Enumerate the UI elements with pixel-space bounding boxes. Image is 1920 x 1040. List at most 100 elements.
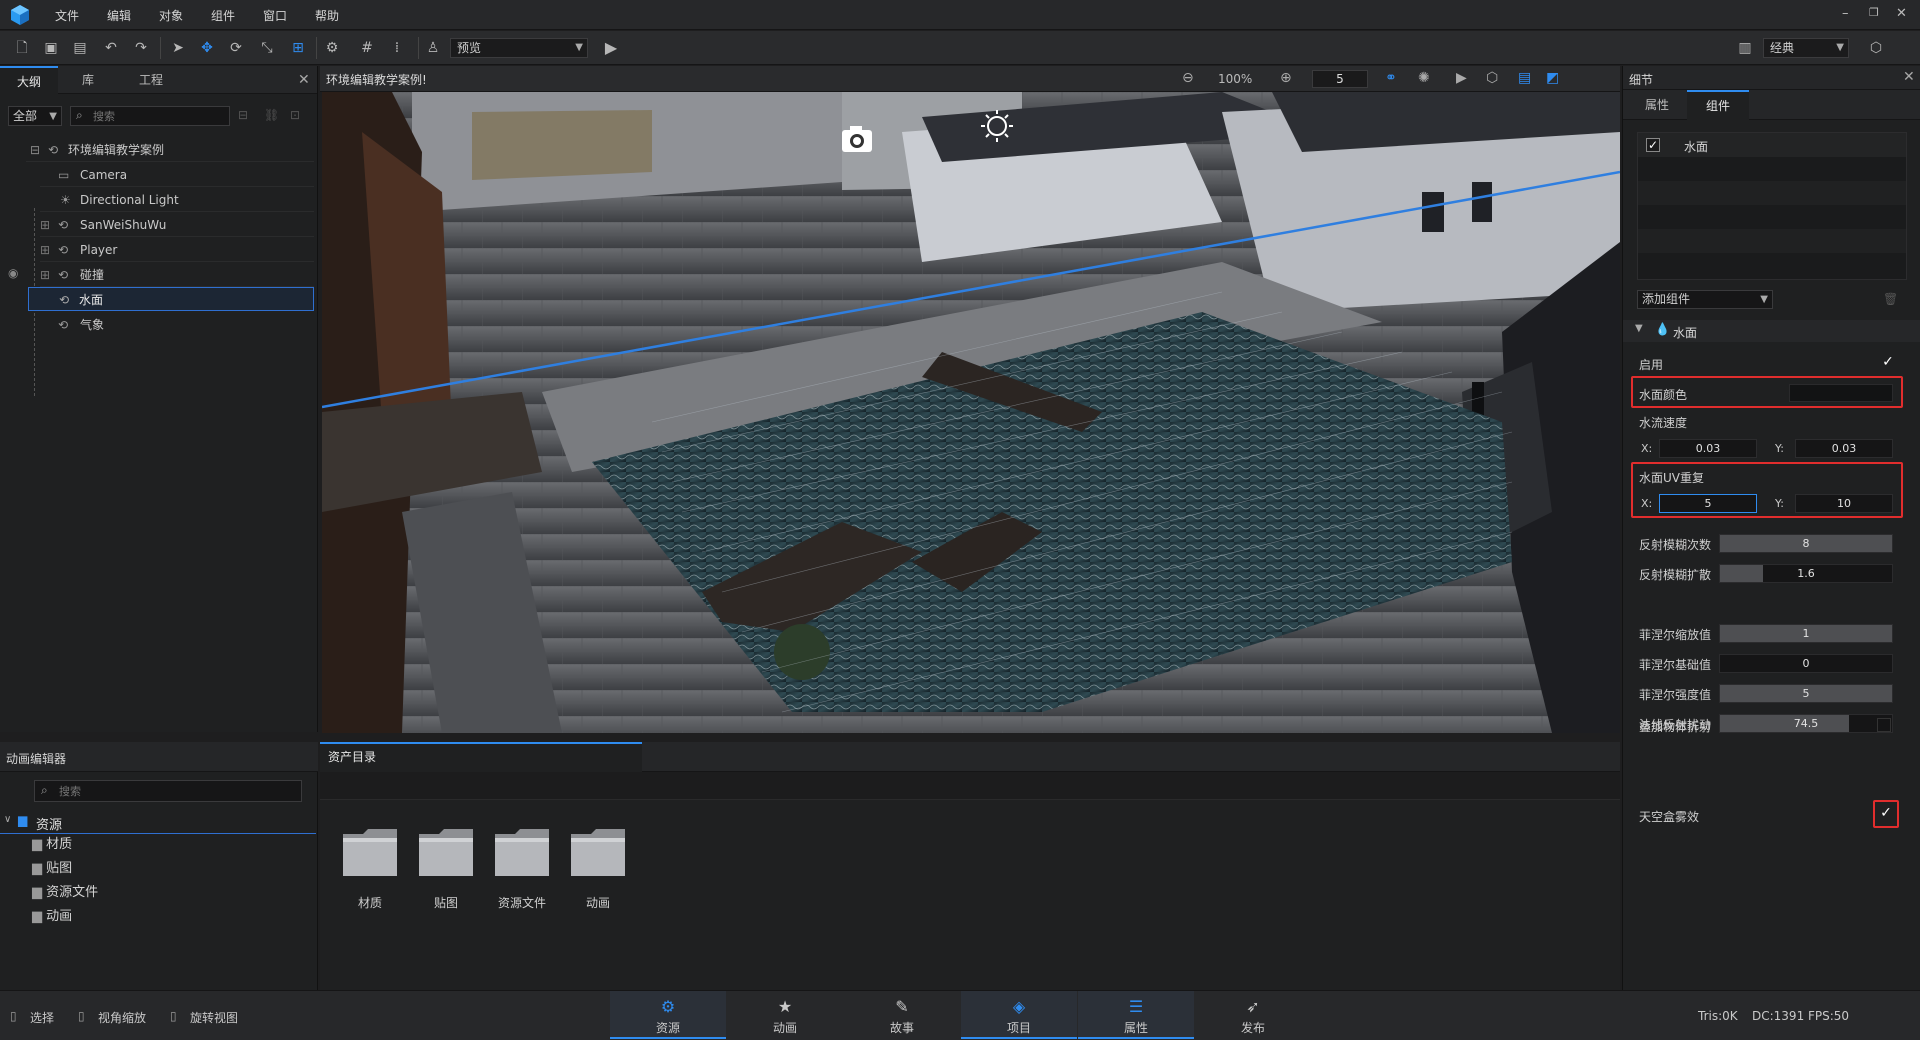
expand-minus-icon[interactable]: ⊟ [30, 138, 40, 162]
menu-window[interactable]: 窗口 [263, 7, 287, 24]
chevron-down-icon[interactable]: ∨ [4, 814, 11, 825]
menu-component[interactable]: 组件 [211, 7, 235, 24]
menu-file[interactable]: 文件 [55, 7, 79, 24]
save-icon[interactable]: ▣ [41, 38, 61, 58]
preview-mode-select[interactable]: 预览 ▼ [450, 38, 588, 58]
layout-icon[interactable]: ▥ [1735, 38, 1755, 58]
link-icon[interactable]: ⛓ [264, 108, 279, 122]
close-window-icon[interactable]: ✕ [1896, 6, 1907, 21]
redo-icon[interactable]: ↷ [131, 38, 151, 58]
flow-y-input[interactable]: 0.03 [1795, 439, 1893, 458]
tab-components[interactable]: 组件 [1687, 90, 1749, 120]
expand-plus-icon[interactable]: ⊞ [40, 263, 50, 287]
tree-item-scene[interactable]: ⊟ ⟲ 环境编辑教学案例 [26, 138, 314, 162]
minimize-icon[interactable]: – [1842, 6, 1849, 21]
folder-icon: ▆ [18, 813, 28, 827]
tab-outline[interactable]: 大纲 [0, 66, 58, 94]
menu-object[interactable]: 对象 [159, 7, 183, 24]
bottom-tab-publish[interactable]: ➶ 发布 [1195, 991, 1311, 1039]
tab-asset-directory[interactable]: 资产目录 [320, 742, 642, 772]
collapse-icon[interactable]: ⊡ [290, 108, 300, 122]
property-slider[interactable]: 74.5 [1719, 714, 1893, 733]
asset-root-row[interactable]: ∨ ▆ 资源 [0, 810, 316, 834]
grid-icon[interactable]: # [357, 38, 377, 58]
collapse-arrow-icon[interactable]: ▼ [1635, 323, 1643, 334]
close-panel-icon[interactable]: ✕ [1903, 69, 1915, 85]
menu-help[interactable]: 帮助 [315, 7, 339, 24]
tree-item-sanweishuwu[interactable]: ⊞ ⟲ SanWeiShuWu [40, 213, 314, 237]
restore-icon[interactable]: ❐ [1869, 6, 1879, 19]
folder-icon[interactable] [569, 826, 627, 878]
bottom-tab-story[interactable]: ✎ 故事 [844, 991, 960, 1039]
player-icon[interactable]: ♙ [423, 38, 443, 58]
water-section-header[interactable]: ▼ 💧 水面 [1623, 320, 1920, 342]
visibility-eye-icon[interactable]: ◉ [8, 266, 18, 280]
property-slider[interactable]: 5 [1719, 684, 1893, 703]
sun-icon[interactable]: ✺ [1418, 70, 1430, 86]
undo-icon[interactable]: ↶ [101, 38, 121, 58]
folder-icon[interactable] [417, 826, 475, 878]
component-enabled-checkbox[interactable]: ✓ [1646, 138, 1660, 152]
tree-item-player[interactable]: ⊞ ⟲ Player [40, 238, 314, 262]
expand-plus-icon[interactable]: ⊞ [40, 238, 50, 262]
tree-item-water[interactable]: ⟲ 水面 [28, 287, 314, 311]
rotate-tool-icon[interactable]: ⟳ [226, 38, 246, 58]
stats-icon[interactable]: ◩ [1546, 70, 1559, 86]
play-icon[interactable]: ▶ [601, 38, 621, 58]
property-slider[interactable]: 0 [1719, 654, 1893, 673]
expand-plus-icon[interactable]: ⊞ [40, 213, 50, 237]
asset-tree-item-resource[interactable]: ▆ 资源文件 [32, 882, 98, 904]
grid-size-input[interactable]: 5 [1312, 70, 1368, 88]
scale-tool-icon[interactable]: ⤡ [257, 38, 277, 58]
outline-filter-select[interactable]: 全部 ▼ [8, 106, 62, 126]
close-panel-icon[interactable]: ✕ [298, 72, 310, 88]
property-slider[interactable]: 1 [1719, 624, 1893, 643]
tree-item-weather[interactable]: ⟲ 气象 [40, 313, 314, 337]
component-list-item[interactable]: ✓ 水面 [1638, 133, 1906, 157]
menu-edit[interactable]: 编辑 [107, 7, 131, 24]
bottom-tab-project[interactable]: ◈ 项目 [961, 991, 1077, 1039]
settings-hex-icon[interactable]: ⬡ [1866, 38, 1886, 58]
tab-properties[interactable]: 属性 [1627, 90, 1687, 120]
tab-project[interactable]: 工程 [120, 66, 182, 94]
tree-item-collision[interactable]: ⊞ ⟲ 碰撞 [40, 263, 314, 287]
dot-grid-icon[interactable]: ⁞ [387, 38, 407, 58]
property-slider[interactable]: 1.6 [1719, 564, 1893, 583]
overlay-refraction-checkbox[interactable] [1877, 718, 1891, 732]
asset-tree-item-material[interactable]: ▆ 材质 [32, 834, 72, 856]
folder-icon[interactable] [493, 826, 551, 878]
move-tool-icon[interactable]: ✥ [197, 38, 217, 58]
property-slider[interactable]: 8 [1719, 534, 1893, 553]
zoom-out-icon[interactable]: ⊖ [1182, 70, 1194, 86]
transform-tool-icon[interactable]: ⊞ [288, 38, 308, 58]
3d-viewport[interactable] [322, 92, 1620, 733]
cube-icon[interactable]: ⬡ [1486, 70, 1498, 86]
tree-item-directional-light[interactable]: ☀ Directional Light [40, 188, 314, 212]
tab-library[interactable]: 库 [60, 66, 116, 94]
snap-icon[interactable]: ⚙ [322, 38, 342, 58]
hierarchy-icon[interactable]: ⊟ [238, 108, 248, 122]
asset-tree-item-animation[interactable]: ▆ 动画 [32, 906, 72, 928]
bottom-tab-animation[interactable]: ★ 动画 [727, 991, 843, 1039]
save-all-icon[interactable]: ▤ [70, 38, 90, 58]
tree-item-label: 碰撞 [80, 268, 105, 282]
highlight-skybox-fog [1873, 800, 1899, 828]
outline-search-input[interactable] [93, 108, 223, 124]
add-component-select[interactable]: 添加组件 ▼ [1637, 290, 1773, 309]
asset-tree-item-texture[interactable]: ▆ 贴图 [32, 858, 72, 880]
bottom-tab-properties[interactable]: ☰ 属性 [1078, 991, 1194, 1039]
folder-icon[interactable] [341, 826, 399, 878]
bottom-tab-resources[interactable]: ⚙ 资源 [610, 991, 726, 1039]
new-file-icon[interactable]: 🗋 [12, 38, 32, 58]
layout-select[interactable]: 经典 ▼ [1763, 38, 1849, 58]
video-camera-icon[interactable]: ▶ [1456, 70, 1467, 86]
flow-x-input[interactable]: 0.03 [1659, 439, 1757, 458]
select-tool-icon[interactable]: ➤ [168, 38, 188, 58]
trash-icon[interactable]: 🗑 [1883, 292, 1898, 306]
link-view-icon[interactable]: ⚭ [1385, 70, 1397, 86]
zoom-in-icon[interactable]: ⊕ [1280, 70, 1292, 86]
anim-search-input[interactable] [59, 783, 295, 799]
layer-icon[interactable]: ▤ [1518, 70, 1531, 86]
tree-item-camera[interactable]: ▭ Camera [40, 163, 314, 187]
enable-checkbox[interactable]: ✓ [1881, 355, 1895, 370]
